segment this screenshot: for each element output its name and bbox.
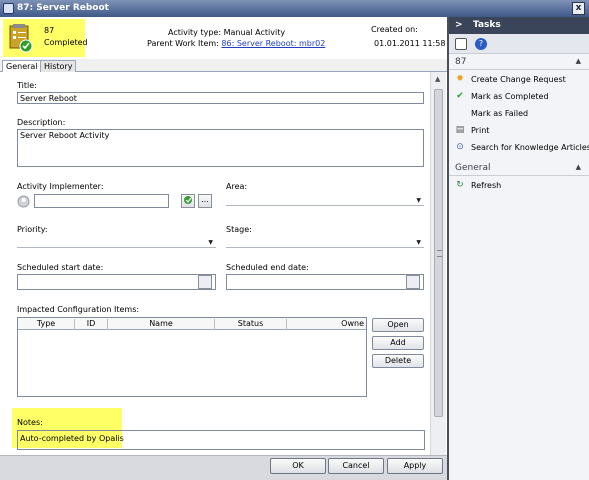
chevron-right-icon[interactable]: >	[455, 20, 463, 30]
app-icon	[3, 3, 14, 14]
title-field[interactable]: Server Reboot	[17, 92, 424, 104]
created-label: Created on:	[371, 25, 418, 34]
tab-strip: General History	[0, 59, 447, 73]
section-general-title: General	[455, 163, 491, 173]
task-label: Search for Knowledge Articles	[471, 143, 589, 152]
collapse-icon[interactable]: ▲	[576, 57, 581, 65]
notes-label: Notes:	[17, 418, 43, 427]
calendar-icon[interactable]	[406, 275, 420, 289]
tasks-toolbar: ?	[449, 34, 589, 54]
section-87-title: 87	[455, 57, 467, 67]
stage-dropdown[interactable]: ▼	[226, 236, 424, 248]
ci-col-owner[interactable]: Owne	[287, 319, 366, 330]
notes-value: Auto-completed by Opalis	[20, 434, 124, 443]
priority-dropdown[interactable]: ▼	[17, 236, 216, 248]
ok-button[interactable]: OK	[270, 458, 326, 474]
cancel-button[interactable]: Cancel	[328, 458, 384, 474]
start-date-field[interactable]	[17, 274, 216, 290]
tasks-pane	[447, 17, 589, 480]
implementer-label: Activity Implementer:	[17, 182, 104, 191]
tasks-section-general[interactable]: General ▲	[449, 162, 589, 176]
task-label: Mark as Failed	[471, 109, 529, 118]
ci-col-id[interactable]: ID	[75, 319, 108, 330]
start-date-label: Scheduled start date:	[17, 263, 104, 272]
calendar-icon[interactable]	[198, 275, 212, 289]
sun-icon: ✹	[456, 74, 464, 84]
ci-col-status[interactable]: Status	[215, 319, 287, 330]
close-button[interactable]: x	[572, 2, 585, 15]
grip-icon	[437, 250, 442, 257]
stage-label: Stage:	[226, 225, 252, 234]
delete-button[interactable]: Delete	[372, 354, 424, 368]
search-icon: ⊙	[456, 142, 464, 152]
created-value: 01.01.2011 11:58	[374, 39, 446, 48]
browse-button[interactable]: ...	[198, 194, 212, 208]
description-field[interactable]: Server Reboot Activity	[17, 129, 424, 167]
task-label: Mark as Completed	[471, 92, 549, 101]
description-label: Description:	[17, 118, 66, 127]
activity-status-icon	[9, 24, 33, 53]
refresh-icon: ↻	[456, 180, 464, 190]
ci-col-type[interactable]: Type	[18, 319, 75, 330]
address-book-icon[interactable]	[181, 194, 195, 208]
collapse-icon[interactable]: ▲	[576, 163, 581, 171]
parent-label: Parent Work Item:	[147, 39, 219, 48]
tab-history[interactable]: History	[40, 60, 77, 72]
scroll-up-icon[interactable]: ▲	[435, 75, 440, 83]
task-label: Refresh	[471, 181, 502, 190]
activity-type: Activity type: Manual Activity	[168, 28, 286, 37]
add-button[interactable]: Add	[372, 336, 424, 350]
tasks-title: Tasks	[473, 20, 501, 30]
end-date-field[interactable]	[226, 274, 424, 290]
implementer-field[interactable]	[34, 194, 169, 208]
user-icon	[17, 195, 30, 208]
task-label: Create Change Request	[471, 75, 566, 84]
help-icon[interactable]: ?	[475, 38, 487, 50]
ci-col-name[interactable]: Name	[108, 319, 215, 330]
open-button[interactable]: Open	[372, 318, 424, 332]
end-date-label: Scheduled end date:	[226, 263, 309, 272]
tasks-header[interactable]: > Tasks	[449, 17, 589, 34]
parent-work-item: Parent Work Item: 86: Server Reboot: mbr…	[147, 39, 325, 48]
window-title-bar: 87: Server Reboot x	[0, 0, 589, 17]
area-label: Area:	[226, 182, 248, 191]
task-label: Print	[471, 126, 490, 135]
tasks-section-87[interactable]: 87 ▲	[449, 56, 589, 70]
work-item-id: 87	[44, 26, 55, 35]
ci-label: Impacted Configuration Items:	[17, 305, 140, 314]
area-dropdown[interactable]: ▼	[226, 194, 424, 206]
checkmark-icon: ✔	[456, 91, 464, 101]
chevron-down-icon: ▼	[416, 239, 421, 246]
ci-grid[interactable]: Type ID Name Status Owne	[17, 317, 367, 397]
parent-link[interactable]: 86: Server Reboot: mbr02	[221, 39, 325, 48]
apply-button[interactable]: Apply	[387, 458, 443, 474]
scroll-thumb[interactable]	[434, 89, 443, 417]
chevron-down-icon: ▼	[208, 239, 213, 246]
window-title: 87: Server Reboot	[17, 3, 109, 13]
printer-icon: ▤	[455, 125, 465, 135]
form-view-icon[interactable]	[455, 38, 467, 50]
ci-grid-header: Type ID Name Status Owne	[18, 318, 366, 330]
title-label: Title:	[17, 81, 37, 90]
chevron-down-icon: ▼	[416, 197, 421, 204]
vertical-scrollbar[interactable]: ▲	[430, 72, 446, 455]
priority-label: Priority:	[17, 225, 48, 234]
work-item-status: Completed	[44, 38, 88, 47]
